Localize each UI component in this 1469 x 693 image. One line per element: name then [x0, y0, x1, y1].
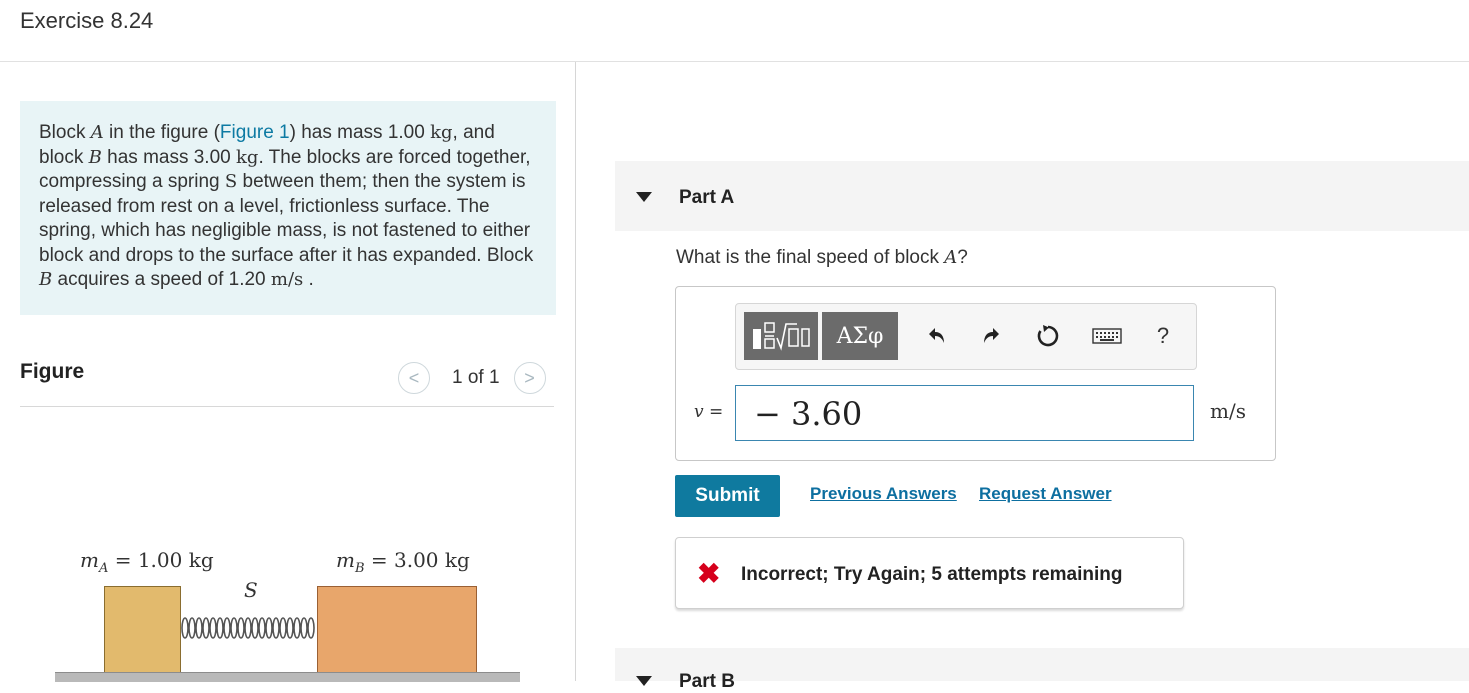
- templates-icon: [753, 322, 810, 351]
- templates-button[interactable]: [744, 312, 818, 360]
- variable-label: v =: [694, 402, 723, 422]
- problem-text: Block: [39, 122, 91, 143]
- greek-symbols-button[interactable]: ΑΣφ: [822, 312, 898, 360]
- spring-var: S: [224, 171, 238, 192]
- previous-answers-link[interactable]: Previous Answers: [810, 484, 957, 504]
- block-a-var: A: [90, 122, 104, 143]
- mass-symbol: m: [80, 548, 99, 572]
- part-b-header[interactable]: [615, 648, 1469, 681]
- block-a: [104, 586, 181, 674]
- problem-text: in the figure (: [103, 122, 220, 143]
- collapse-triangle-icon[interactable]: [636, 676, 652, 686]
- part-a-label[interactable]: Part A: [679, 187, 734, 209]
- feedback-text: Incorrect; Try Again; 5 attempts remaini…: [741, 564, 1123, 585]
- question-text: ?: [957, 247, 968, 268]
- answer-input[interactable]: − 3.60: [735, 385, 1194, 441]
- mass-value: = 3.00 kg: [364, 548, 470, 572]
- part-b-label[interactable]: Part B: [679, 671, 735, 693]
- column-divider: [575, 62, 576, 681]
- chevron-left-icon: <: [408, 367, 420, 388]
- prev-figure-button[interactable]: <: [398, 362, 430, 394]
- answer-unit: m/s: [1210, 399, 1246, 423]
- spring-image: [181, 617, 315, 639]
- question-text: What is the final speed of block: [676, 247, 945, 268]
- next-figure-button[interactable]: >: [513, 362, 546, 394]
- page-title: Exercise 8.24: [20, 8, 154, 33]
- figure-heading: Figure: [20, 360, 85, 383]
- mass-a-label: mA = 1.00 kg: [80, 548, 214, 576]
- reset-icon[interactable]: [1035, 323, 1061, 349]
- problem-text: acquires a speed of 1.20: [52, 269, 271, 290]
- submit-button[interactable]: Submit: [675, 475, 780, 517]
- incorrect-x-icon: ✖: [697, 558, 721, 589]
- block-b-var: B: [39, 269, 53, 290]
- problem-text: .: [303, 269, 314, 290]
- chevron-right-icon: >: [524, 367, 535, 388]
- collapse-triangle-icon[interactable]: [636, 192, 652, 202]
- problem-text: has mass 3.00: [101, 146, 236, 168]
- mass-symbol: m: [336, 548, 355, 572]
- spring-label: S: [244, 578, 258, 602]
- mass-b-label: mB = 3.00 kg: [336, 548, 470, 576]
- help-button[interactable]: ?: [1150, 323, 1176, 349]
- undo-icon[interactable]: [923, 323, 949, 349]
- figure-link[interactable]: Figure 1: [220, 122, 290, 143]
- variable-symbol: v: [694, 402, 704, 422]
- figure-page-count: 1 of 1: [452, 367, 500, 388]
- mass-value: = 1.00 kg: [108, 548, 214, 572]
- redo-icon[interactable]: [979, 323, 1005, 349]
- header-divider: [0, 61, 1469, 62]
- part-a-header[interactable]: [615, 161, 1469, 231]
- part-a-question: What is the final speed of block A?: [676, 247, 968, 269]
- keyboard-icon[interactable]: [1092, 323, 1122, 349]
- unit-kg: kg: [430, 122, 453, 143]
- mass-subscript: B: [354, 561, 365, 576]
- block-b: [317, 586, 477, 674]
- problem-statement: Block A in the figure (Figure 1) has mas…: [20, 101, 556, 315]
- unit-kg: kg: [236, 146, 259, 168]
- math-toolbar: ΑΣφ ?: [735, 303, 1197, 370]
- unit-speed: m/s: [270, 269, 304, 290]
- equals-sign: =: [703, 402, 724, 422]
- block-b-var: B: [88, 146, 102, 168]
- figure-divider: [20, 406, 554, 407]
- figure-pager: < 1 of 1 >: [398, 362, 546, 394]
- request-answer-link[interactable]: Request Answer: [979, 484, 1112, 504]
- mass-subscript: A: [98, 561, 109, 576]
- problem-text: ) has mass 1.00: [289, 122, 431, 143]
- question-var: A: [944, 247, 958, 268]
